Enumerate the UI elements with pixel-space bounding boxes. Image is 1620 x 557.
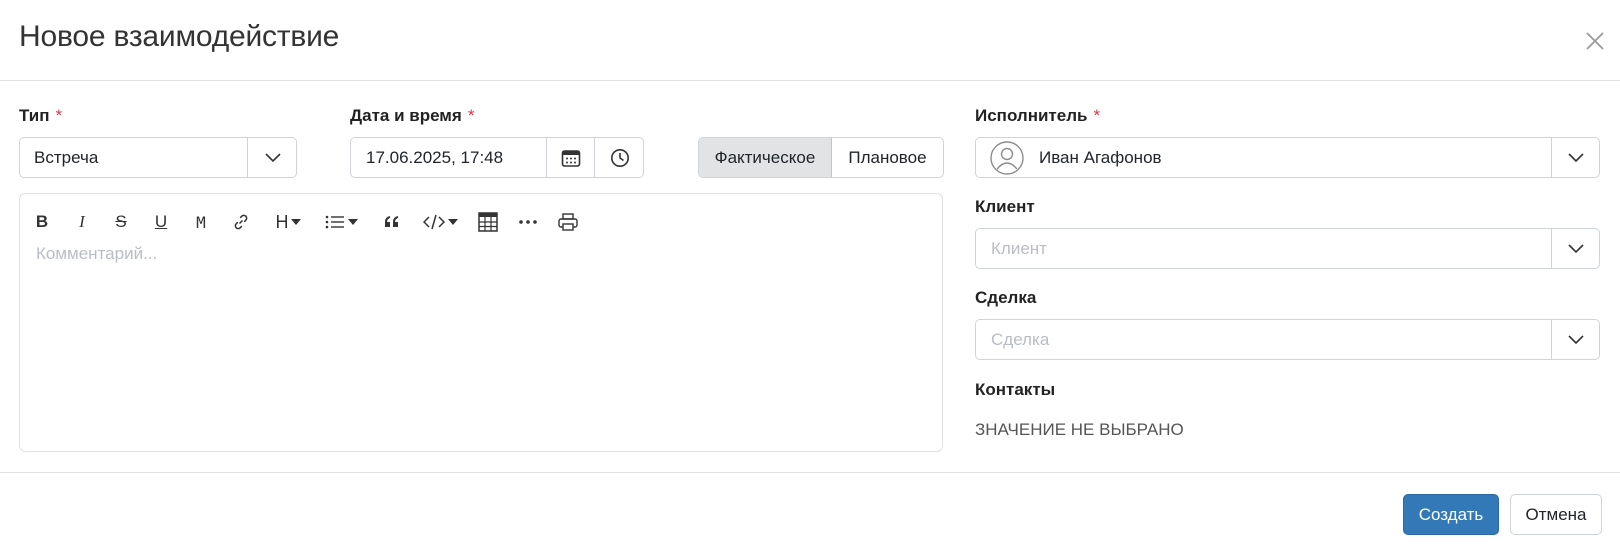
list-dropdown[interactable] <box>322 208 360 236</box>
bold-button[interactable]: B <box>32 208 52 236</box>
underline-button[interactable]: U <box>151 208 171 236</box>
comment-editor[interactable]: B I S U M H Комментарий... <box>19 193 943 452</box>
create-button[interactable]: Создать <box>1403 494 1499 535</box>
clock-icon[interactable] <box>595 138 644 177</box>
modal-footer <box>0 472 1620 557</box>
chevron-down-icon[interactable] <box>1552 229 1600 268</box>
avatar <box>990 141 1024 175</box>
monospace-button[interactable]: M <box>191 208 211 236</box>
code-dropdown[interactable] <box>420 208 460 236</box>
strikethrough-button[interactable]: S <box>111 208 131 236</box>
calendar-icon[interactable] <box>547 138 594 177</box>
datetime-label: Дата и время * <box>350 106 474 126</box>
heading-dropdown[interactable]: H <box>271 208 305 236</box>
datetime-field[interactable]: 17.06.2025, 17:48 <box>350 137 644 178</box>
more-icon[interactable] <box>516 208 540 236</box>
type-value: Встреча <box>34 147 99 167</box>
toggle-actual[interactable]: Фактическое <box>699 138 832 177</box>
heading-glyph: H <box>275 211 289 232</box>
required-mark: * <box>1093 106 1101 125</box>
assignee-label: Исполнитель * <box>975 106 1100 126</box>
type-label-text: Тип <box>19 106 50 125</box>
required-mark: * <box>467 106 475 125</box>
quote-icon[interactable] <box>381 208 403 236</box>
list-icon <box>325 215 344 229</box>
comment-placeholder: Комментарий... <box>36 244 158 263</box>
client-select[interactable]: Клиент <box>975 228 1600 269</box>
client-label: Клиент <box>975 197 1035 216</box>
code-icon <box>422 214 445 230</box>
caret-down-icon <box>347 219 358 225</box>
link-icon[interactable] <box>230 208 252 236</box>
table-icon[interactable] <box>476 208 500 236</box>
deal-placeholder: Сделка <box>991 329 1050 349</box>
mode-toggle: Фактическое Плановое <box>698 137 944 178</box>
chevron-down-icon[interactable] <box>1552 138 1600 177</box>
print-icon[interactable] <box>556 208 580 236</box>
deal-label: Сделка <box>975 288 1037 307</box>
client-placeholder: Клиент <box>991 238 1047 258</box>
caret-down-icon <box>290 219 301 225</box>
datetime-value: 17.06.2025, 17:48 <box>366 147 504 167</box>
modal-title: Новое взаимодействие <box>19 20 340 53</box>
contacts-value[interactable]: ЗНАЧЕНИЕ НЕ ВЫБРАНО <box>975 420 1184 440</box>
assignee-value: Иван Агафонов <box>1039 147 1162 167</box>
type-select[interactable]: Встреча <box>19 137 297 178</box>
assignee-select[interactable]: Иван Агафонов <box>975 137 1600 178</box>
caret-down-icon <box>447 219 458 225</box>
new-interaction-modal: Новое взаимодействие Тип * Встреча Дата и… <box>0 0 1620 557</box>
cancel-button[interactable]: Отмена <box>1510 494 1602 535</box>
user-icon <box>990 141 1024 175</box>
contacts-label: Контакты <box>975 380 1056 399</box>
assignee-label-text: Исполнитель <box>975 106 1088 125</box>
deal-select[interactable]: Сделка <box>975 319 1600 360</box>
datetime-label-text: Дата и время <box>350 106 462 125</box>
required-mark: * <box>55 106 63 125</box>
chevron-down-icon[interactable] <box>1552 320 1600 359</box>
chevron-down-icon[interactable] <box>248 138 297 177</box>
italic-button[interactable]: I <box>72 208 92 236</box>
modal-header: Новое взаимодействие <box>0 0 1620 81</box>
editor-toolbar: B I S U M H <box>20 208 942 236</box>
close-icon[interactable] <box>1580 26 1610 56</box>
type-label: Тип * <box>19 106 62 126</box>
toggle-planned[interactable]: Плановое <box>832 138 943 177</box>
